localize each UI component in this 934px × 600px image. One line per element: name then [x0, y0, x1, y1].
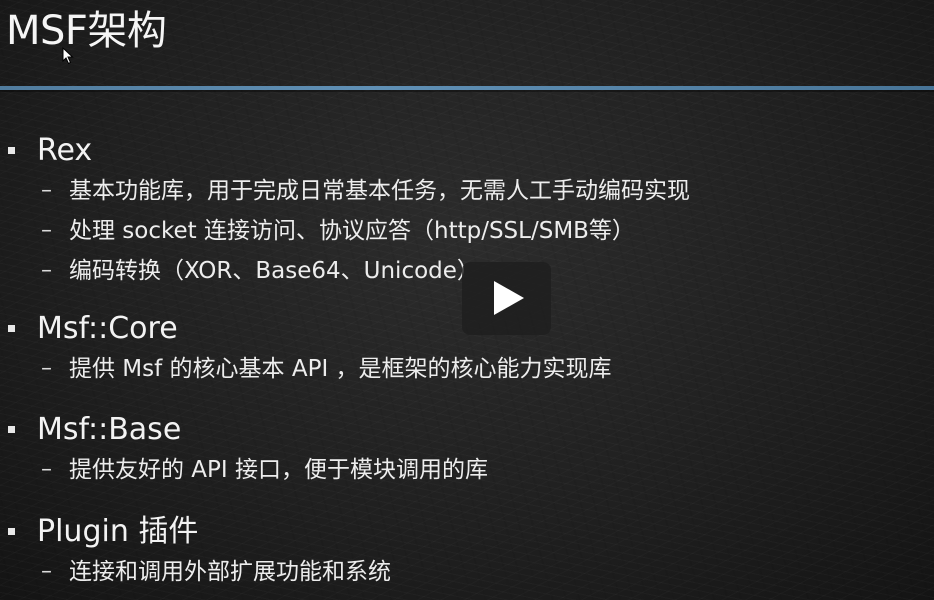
dash-bullet-icon: –: [41, 178, 52, 203]
dash-bullet-icon: –: [41, 559, 52, 584]
play-icon: [494, 281, 524, 315]
section-plugin: Plugin 插件 – 连接和调用外部扩展功能和系统: [0, 512, 934, 592]
dash-bullet-icon: –: [41, 218, 52, 243]
dash-bullet-icon: –: [41, 457, 52, 482]
list-item-text: 连接和调用外部扩展功能和系统: [69, 559, 391, 585]
list-item-text: 处理 socket 连接访问、协议应答（http/SSL/SMB等）: [69, 218, 635, 244]
bullet-heading-row: Rex: [0, 131, 934, 171]
presentation-slide: MSF架构 Rex – 基本功能库，用于完成日常基本任务，无需人工手动编码实现 …: [0, 0, 934, 600]
section-heading: Msf::Core: [37, 311, 178, 346]
list-item: – 基本功能库，用于完成日常基本任务，无需人工手动编码实现: [0, 171, 934, 211]
mouse-cursor-icon: [62, 47, 74, 65]
list-item: – 提供友好的 API 接口，便于模块调用的库: [0, 450, 934, 490]
section-heading: Msf::Base: [37, 412, 182, 447]
title-divider-shadow: [0, 90, 934, 92]
dash-bullet-icon: –: [41, 356, 52, 381]
slide-title: MSF架构: [6, 8, 167, 54]
square-bullet-icon: [8, 426, 15, 433]
bullet-heading-row: Msf::Base: [0, 410, 934, 450]
bullet-heading-row: Plugin 插件: [0, 512, 934, 552]
list-item-text: 提供 Msf 的核心基本 API ，是框架的核心能力实现库: [69, 356, 612, 382]
section-msf-base: Msf::Base – 提供友好的 API 接口，便于模块调用的库: [0, 410, 934, 490]
square-bullet-icon: [8, 325, 15, 332]
section-heading: Plugin 插件: [37, 514, 199, 549]
list-item-text: 基本功能库，用于完成日常基本任务，无需人工手动编码实现: [69, 178, 690, 204]
video-play-button[interactable]: [462, 262, 551, 335]
dash-bullet-icon: –: [41, 258, 52, 283]
section-heading: Rex: [37, 133, 93, 168]
list-item: – 连接和调用外部扩展功能和系统: [0, 552, 934, 592]
list-item-text: 提供友好的 API 接口，便于模块调用的库: [69, 457, 489, 483]
list-item-text: 编码转换（XOR、Base64、Unicode）: [69, 258, 480, 284]
list-item: – 处理 socket 连接访问、协议应答（http/SSL/SMB等）: [0, 211, 934, 251]
square-bullet-icon: [8, 528, 15, 535]
square-bullet-icon: [8, 147, 15, 154]
list-item: – 提供 Msf 的核心基本 API ，是框架的核心能力实现库: [0, 349, 934, 389]
